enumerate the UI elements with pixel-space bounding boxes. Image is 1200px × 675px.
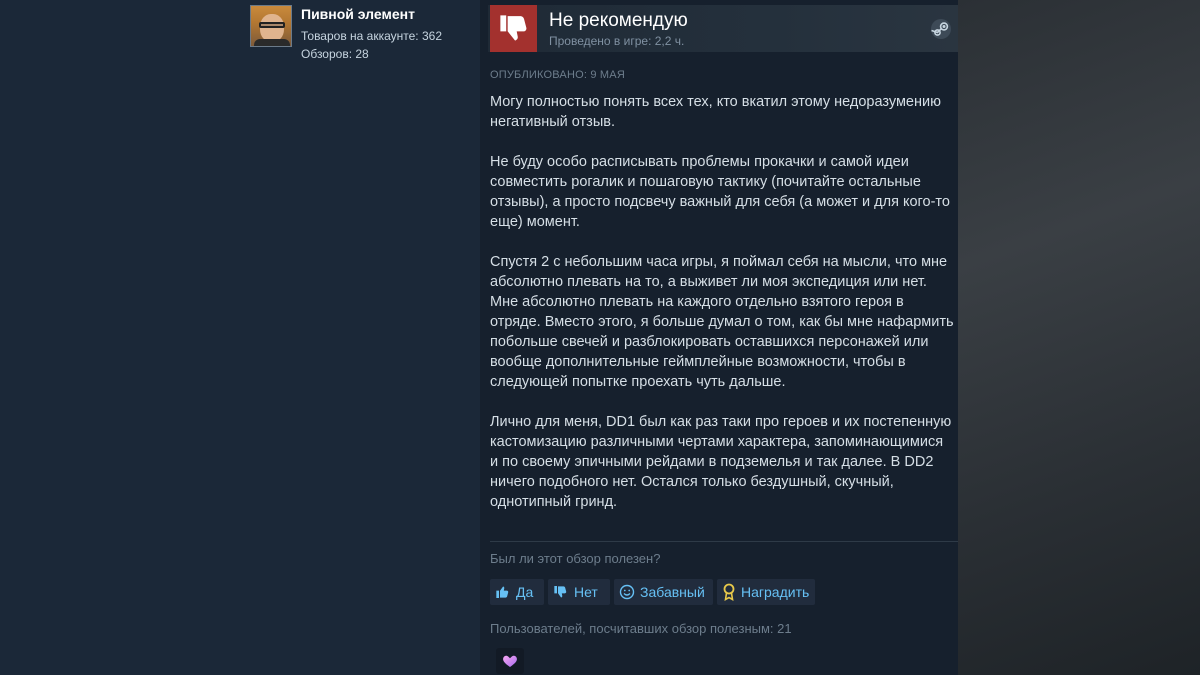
review-verdict: Не рекомендую <box>549 10 688 31</box>
vote-funny-label: Забавный <box>640 584 705 600</box>
posted-date: ОПУБЛИКОВАНО: 9 МАЯ <box>490 69 625 81</box>
avatar[interactable] <box>250 5 292 47</box>
heart-award-icon[interactable] <box>496 648 524 674</box>
thumbs-up-icon <box>494 583 512 601</box>
review-paragraph: Не буду особо расписывать проблемы прока… <box>490 154 950 230</box>
review-paragraph: Лично для меня, DD1 был как раз таки про… <box>490 414 952 510</box>
award-icon <box>721 583 737 601</box>
vote-header[interactable]: Не рекомендую Проведено в игре: 2,2 ч. <box>488 5 958 52</box>
steam-icon <box>930 18 952 40</box>
smiley-icon <box>618 583 636 601</box>
vote-yes-label: Да <box>516 584 534 600</box>
hours-played: Проведено в игре: 2,2 ч. <box>549 34 685 48</box>
vote-no-label: Нет <box>574 584 598 600</box>
review-author: Пивной элемент Товаров на аккаунте: 362 … <box>250 5 480 75</box>
author-products-count[interactable]: Товаров на аккаунте: 362 <box>301 29 442 43</box>
review-paragraph: Могу полностью понять всех тех, кто вкат… <box>490 94 941 130</box>
page-background-left <box>0 0 250 675</box>
divider <box>490 541 958 542</box>
author-reviews-count[interactable]: Обзоров: 28 <box>301 47 369 61</box>
review-paragraph: Спустя 2 с небольшим часа игры, я поймал… <box>490 254 954 390</box>
award-button[interactable]: Наградить <box>717 579 815 605</box>
author-name[interactable]: Пивной элемент <box>301 6 415 22</box>
vote-no-button[interactable]: Нет <box>548 579 610 605</box>
vote-yes-button[interactable]: Да <box>490 579 544 605</box>
helpful-count: Пользователей, посчитавших обзор полезны… <box>490 621 792 636</box>
thumbs-down-icon <box>490 5 537 52</box>
helpful-question: Был ли этот обзор полезен? <box>490 551 661 566</box>
page-background-right <box>958 0 1200 675</box>
thumbs-down-icon <box>552 583 570 601</box>
review-body: Могу полностью понять всех тех, кто вкат… <box>490 92 955 532</box>
review-panel: Не рекомендую Проведено в игре: 2,2 ч. О… <box>480 0 958 675</box>
award-label: Наградить <box>741 584 810 600</box>
vote-funny-button[interactable]: Забавный <box>614 579 713 605</box>
